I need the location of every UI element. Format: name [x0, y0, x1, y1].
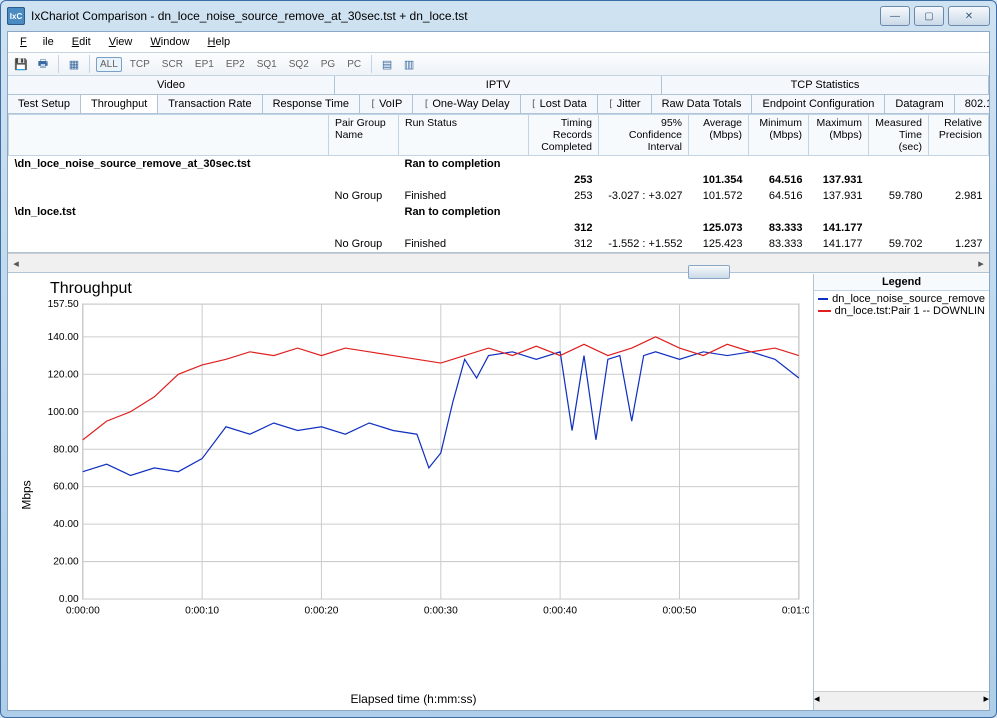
app-window: IxC IxChariot Comparison - dn_loce_noise… [0, 0, 997, 718]
chart-panel: Throughput Mbps 0.00 20.00 40.00 60.00 80.00… [8, 274, 813, 710]
col-header[interactable]: Measured Time (sec) [869, 115, 929, 156]
legend-item[interactable]: dn_loce.tst:Pair 1 -- DOWNLIN [818, 305, 985, 317]
client-area: File Edit View Window Help 💾 🖶 ▦ ALL TCP… [7, 31, 990, 711]
menu-window[interactable]: Window [142, 34, 197, 50]
col-header[interactable]: Run Status [399, 115, 529, 156]
col-header[interactable]: 95% Confidence Interval [599, 115, 689, 156]
chart-ylabel: Mbps [18, 300, 36, 690]
maximize-button[interactable]: ▢ [914, 6, 944, 26]
tab-lost-data[interactable]: [Lost Data [521, 95, 598, 113]
table-row[interactable]: No GroupFinished312-1.552 : +1.552125.42… [9, 236, 989, 252]
svg-text:0:00:00: 0:00:00 [66, 605, 100, 616]
close-button[interactable]: ✕ [948, 6, 990, 26]
col-header[interactable]: Minimum (Mbps) [749, 115, 809, 156]
tab-transaction-rate[interactable]: Transaction Rate [158, 95, 262, 113]
tab-throughput[interactable]: Throughput [81, 95, 158, 114]
metric-tabs: Test SetupThroughputTransaction RateResp… [8, 95, 989, 114]
col-header[interactable]: Pair Group Name [329, 115, 399, 156]
legend-panel: Legend dn_loce_noise_source_removedn_loc… [813, 274, 989, 710]
cat-video[interactable]: Video [8, 76, 335, 94]
table-row[interactable]: \dn_loce_noise_source_remove_at_30sec.ts… [9, 156, 989, 173]
tab-raw-data-totals[interactable]: Raw Data Totals [652, 95, 753, 113]
tab-test-setup[interactable]: Test Setup [8, 95, 81, 113]
svg-text:0:01:00: 0:01:00 [782, 605, 809, 616]
legend-item[interactable]: dn_loce_noise_source_remove [818, 293, 985, 305]
scroll-left-icon[interactable]: ◂ [8, 255, 24, 271]
filter-pc[interactable]: PC [343, 57, 365, 72]
grid-hscrollbar[interactable]: ◂ ▸ [8, 253, 989, 273]
menu-edit[interactable]: Edit [64, 34, 99, 50]
menu-view[interactable]: View [101, 34, 141, 50]
table-row[interactable]: \dn_loce.tstRan to completion [9, 204, 989, 220]
menubar: File Edit View Window Help [8, 32, 989, 53]
save-icon[interactable]: 💾 [12, 55, 30, 73]
tab-endpoint-configuration[interactable]: Endpoint Configuration [752, 95, 885, 113]
filter-ep1[interactable]: EP1 [191, 57, 218, 72]
svg-text:157.50: 157.50 [48, 300, 79, 310]
legend-items: dn_loce_noise_source_removedn_loce.tst:P… [814, 291, 989, 691]
col-header[interactable]: Maximum (Mbps) [809, 115, 869, 156]
svg-text:0:00:50: 0:00:50 [663, 605, 697, 616]
svg-text:0:00:40: 0:00:40 [543, 605, 577, 616]
col-header[interactable]: Timing Records Completed [529, 115, 599, 156]
minimize-button[interactable]: — [880, 6, 910, 26]
tool2-icon[interactable]: ▤ [378, 55, 396, 73]
svg-text:0:00:30: 0:00:30 [424, 605, 458, 616]
toolbar: 💾 🖶 ▦ ALL TCP SCR EP1 EP2 SQ1 SQ2 PG PC … [8, 53, 989, 76]
svg-text:60.00: 60.00 [53, 482, 79, 493]
tool3-icon[interactable]: ▥ [400, 55, 418, 73]
tab-jitter[interactable]: [Jitter [598, 95, 652, 113]
tab-response-time[interactable]: Response Time [263, 95, 360, 113]
col-header[interactable] [9, 115, 329, 156]
filter-sq2[interactable]: SQ2 [285, 57, 313, 72]
svg-text:20.00: 20.00 [53, 557, 79, 568]
chart-xlabel: Elapsed time (h:mm:ss) [18, 692, 809, 706]
filter-scr[interactable]: SCR [158, 57, 187, 72]
tab-voip[interactable]: [VoIP [360, 95, 413, 113]
table-row[interactable]: 253101.35464.516137.931 [9, 172, 989, 188]
result-grid: Pair Group NameRun StatusTiming Records … [8, 114, 989, 253]
category-tabs: Video IPTV TCP Statistics [8, 76, 989, 95]
svg-text:80.00: 80.00 [53, 444, 79, 455]
filter-ep2[interactable]: EP2 [222, 57, 249, 72]
cat-iptv[interactable]: IPTV [335, 76, 662, 94]
svg-text:120.00: 120.00 [48, 369, 79, 380]
window-title: IxChariot Comparison - dn_loce_noise_sou… [31, 9, 880, 23]
cat-tcp[interactable]: TCP Statistics [662, 76, 989, 94]
svg-text:0.00: 0.00 [59, 594, 79, 605]
filter-all[interactable]: ALL [96, 57, 122, 72]
plot-box[interactable]: 0.00 20.00 40.00 60.00 80.00 100.00 120.00 140.… [36, 300, 809, 690]
tab-802-11[interactable]: 802.11 [955, 95, 989, 113]
menu-file[interactable]: File [12, 34, 62, 50]
table-row[interactable]: 312125.07383.333141.177 [9, 220, 989, 236]
scroll-right-icon[interactable]: ▸ [983, 692, 989, 710]
filter-sq1[interactable]: SQ1 [253, 57, 281, 72]
tool-icon[interactable]: ▦ [65, 55, 83, 73]
chart-title: Throughput [50, 280, 809, 298]
filter-pg[interactable]: PG [317, 57, 339, 72]
table-row[interactable]: No GroupFinished253-3.027 : +3.027101.57… [9, 188, 989, 204]
col-header[interactable]: Average (Mbps) [689, 115, 749, 156]
tab-datagram[interactable]: Datagram [885, 95, 954, 113]
print-icon[interactable]: 🖶 [34, 55, 52, 73]
scroll-right-icon[interactable]: ▸ [973, 255, 989, 271]
menu-help[interactable]: Help [200, 34, 239, 50]
app-icon: IxC [7, 7, 25, 25]
legend-hscrollbar[interactable]: ◂ ▸ [814, 691, 989, 710]
svg-text:0:00:10: 0:00:10 [185, 605, 219, 616]
col-header[interactable]: Relative Precision [929, 115, 989, 156]
legend-header: Legend [814, 274, 989, 291]
svg-text:0:00:20: 0:00:20 [305, 605, 339, 616]
filter-tcp[interactable]: TCP [126, 57, 154, 72]
svg-text:100.00: 100.00 [48, 407, 79, 418]
titlebar[interactable]: IxC IxChariot Comparison - dn_loce_noise… [1, 1, 996, 31]
svg-text:40.00: 40.00 [53, 519, 79, 530]
tab-one-way-delay[interactable]: [One-Way Delay [413, 95, 520, 113]
chart-area: Throughput Mbps 0.00 20.00 40.00 60.00 80.00… [8, 273, 989, 710]
svg-text:140.00: 140.00 [48, 332, 79, 343]
